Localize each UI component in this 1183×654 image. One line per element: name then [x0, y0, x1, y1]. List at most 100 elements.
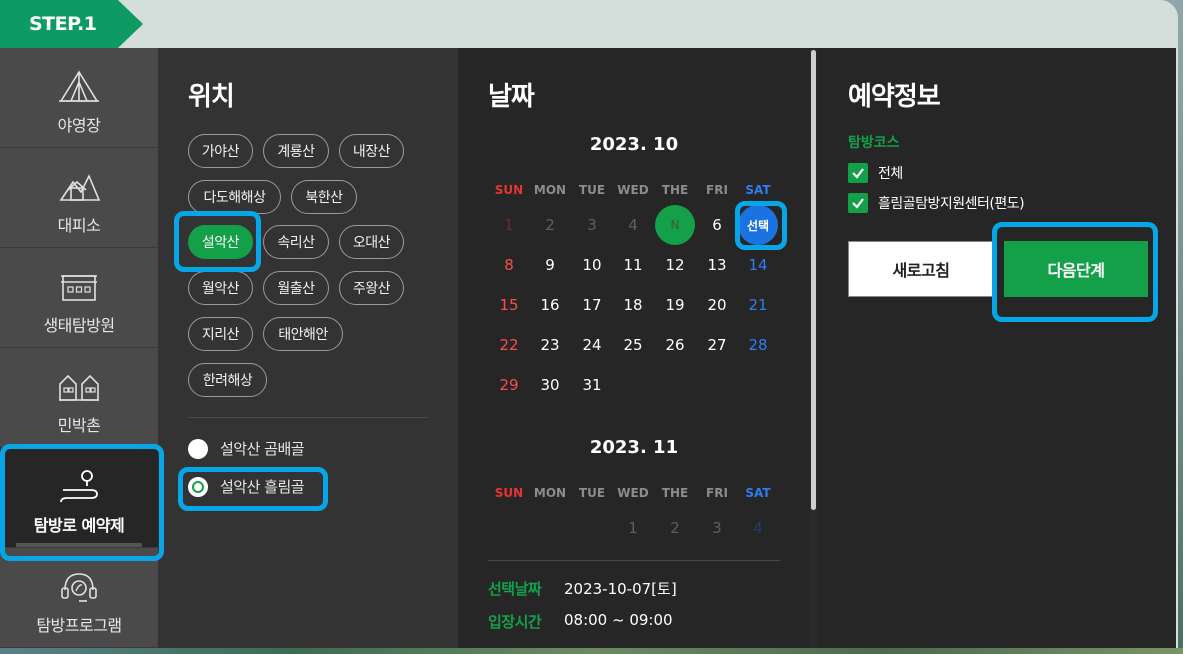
sidebar-item-eco-center[interactable]: 생태탐방원 [0, 248, 158, 348]
course-label: 설악산 곰배골 [220, 440, 305, 458]
calendar-day[interactable]: 6 [696, 205, 738, 245]
sidebar-item-label: 야영장 [57, 116, 101, 135]
calendar-day[interactable]: 8 [488, 245, 530, 285]
calendar-day[interactable]: 9 [529, 245, 571, 285]
calendar-month-title: 2023. 10 [589, 134, 679, 155]
mountain-chip[interactable]: 내장산 [339, 134, 404, 168]
weekday-label: MON [533, 183, 567, 197]
radio-button-selected[interactable] [188, 476, 208, 497]
check-label: 전체 [878, 166, 903, 182]
sidebar-item-trail-reservation[interactable]: 탐방로 예약제 [0, 448, 158, 548]
weekday-label: THE [661, 183, 689, 197]
mountain-chip[interactable]: 태안해안 [263, 317, 343, 351]
mountain-chip[interactable]: 속리산 [263, 225, 329, 259]
calendar-day[interactable]: 19 [654, 285, 696, 325]
course-check-row[interactable]: 전체 [848, 163, 903, 183]
calendar-day-selected[interactable]: 선택 [738, 205, 778, 245]
calendar-day-disabled: 2 [545, 216, 555, 234]
active-indicator [16, 543, 142, 547]
entry-time-value: 08:00 ~ 09:00 [564, 611, 673, 629]
reservation-title: 예약정보 [848, 82, 941, 112]
course-check-row[interactable]: 흘림골탐방지원센터(편도) [848, 193, 1025, 213]
location-title: 위치 [188, 82, 235, 112]
calendar-day-disabled: 4 [628, 216, 638, 234]
course-option-selected[interactable]: 설악산 흘림골 [188, 476, 305, 497]
houses-icon [57, 368, 101, 404]
mountain-chip-selected[interactable]: 설악산 [188, 225, 253, 259]
scrollbar-thumb[interactable] [811, 50, 816, 510]
selected-date-label: 선택날짜 [488, 580, 542, 598]
mountain-chip[interactable]: 다도해해상 [188, 180, 281, 214]
background-landscape [0, 648, 1183, 654]
radio-button[interactable] [188, 438, 208, 459]
checkbox-checked[interactable] [848, 163, 868, 183]
sidebar-item-lodging[interactable]: 민박촌 [0, 348, 158, 448]
weekday-label: MON [533, 486, 567, 500]
calendar-month-title: 2023. 11 [589, 437, 679, 458]
calendar-day[interactable]: 24 [571, 325, 613, 365]
mountain-chip[interactable]: 계룡산 [263, 134, 329, 168]
selected-date-row: 선택날짜 2023-10-07[토] [488, 578, 677, 599]
trail-pin-icon [57, 468, 101, 504]
calendar-day[interactable]: 28 [737, 325, 779, 365]
sidebar: 야영장 대피소 생태탐방원 민박촌 탐방로 예약제 탐방프로그램 [0, 48, 158, 648]
calendar-day[interactable]: 26 [654, 325, 696, 365]
building-icon [57, 268, 101, 304]
calendar-day[interactable]: 17 [571, 285, 613, 325]
checkmark-icon [852, 198, 864, 209]
calendar-day[interactable]: 15 [488, 285, 530, 325]
weekday-label: TUE [578, 486, 606, 500]
mountain-chip[interactable]: 가야산 [188, 134, 253, 168]
date-title: 날짜 [488, 82, 535, 112]
calendar-day-disabled: 2 [670, 519, 680, 537]
mountain-chip[interactable]: 지리산 [188, 317, 253, 351]
sidebar-item-label: 탐방로 예약제 [33, 516, 125, 535]
weekday-label: SUN [494, 183, 524, 197]
calendar-day-disabled: 4 [753, 519, 763, 537]
course-option[interactable]: 설악산 곰배골 [188, 438, 305, 459]
calendar-day[interactable]: 16 [529, 285, 571, 325]
mountain-chip[interactable]: 주왕산 [339, 271, 404, 305]
calendar-day-today[interactable]: N [655, 205, 695, 245]
weekday-label: THE [661, 486, 689, 500]
sidebar-item-campsite[interactable]: 야영장 [0, 48, 158, 148]
calendar-day[interactable]: 31 [571, 365, 613, 405]
location-divider [188, 417, 428, 418]
mountain-chip[interactable]: 한려해상 [188, 363, 267, 397]
course-section-label: 탐방코스 [848, 135, 900, 151]
calendar-day[interactable]: 14 [737, 245, 779, 285]
calendar-day[interactable]: 11 [612, 245, 654, 285]
calendar-day[interactable]: 29 [488, 365, 530, 405]
mountain-chip[interactable]: 북한산 [291, 180, 357, 214]
calendar-day[interactable]: 12 [654, 245, 696, 285]
calendar-day[interactable]: 22 [488, 325, 530, 365]
calendar-day-disabled: 3 [587, 216, 597, 234]
calendar-day[interactable]: 23 [529, 325, 571, 365]
check-label: 흘림골탐방지원센터(편도) [878, 196, 1025, 212]
sidebar-item-program[interactable]: 탐방프로그램 [0, 548, 158, 648]
calendar-day[interactable]: 13 [696, 245, 738, 285]
calendar-day[interactable]: 25 [612, 325, 654, 365]
sidebar-item-shelter[interactable]: 대피소 [0, 148, 158, 248]
calendar-day[interactable]: 27 [696, 325, 738, 365]
weekday-label: SAT [745, 183, 771, 197]
next-step-button[interactable]: 다음단계 [1004, 241, 1148, 297]
mountain-chip[interactable]: 월악산 [188, 271, 253, 305]
refresh-button[interactable]: 새로고침 [848, 241, 994, 297]
calendar-day-disabled: 1 [628, 519, 638, 537]
checkbox-checked[interactable] [848, 193, 868, 213]
calendar-day[interactable]: 21 [737, 285, 779, 325]
shelter-icon [57, 168, 101, 204]
sidebar-item-label: 대피소 [57, 216, 101, 235]
weekday-label: WED [617, 183, 649, 197]
mountain-chip[interactable]: 오대산 [339, 225, 404, 259]
calendar-day[interactable]: 30 [529, 365, 571, 405]
mountain-chip[interactable]: 월출산 [263, 271, 329, 305]
calendar-day[interactable]: 10 [571, 245, 613, 285]
tent-icon [57, 68, 101, 104]
calendar-day[interactable]: 18 [612, 285, 654, 325]
weekday-label: SAT [745, 486, 771, 500]
weekday-label: FRI [706, 486, 728, 500]
entry-time-label: 입장시간 [488, 613, 542, 631]
calendar-day[interactable]: 20 [696, 285, 738, 325]
